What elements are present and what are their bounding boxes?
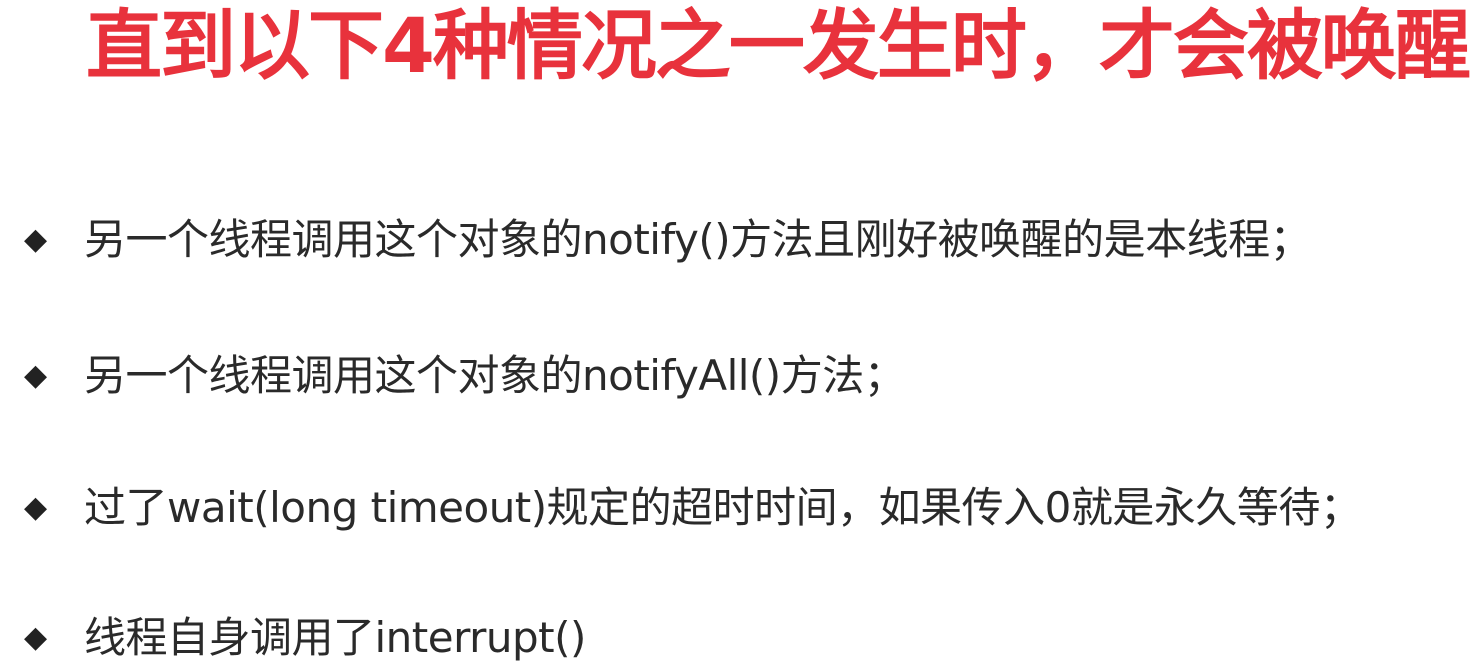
bullet-text-timeout: 过了wait(long timeout)规定的超时时间，如果传入0就是永久等待； xyxy=(84,483,1362,532)
bullet-text-interrupt: 线程自身调用了interrupt() xyxy=(84,613,586,662)
diamond-bullet-icon: ◆ xyxy=(24,490,48,525)
bullet-list: ◆ 另一个线程调用这个对象的notify()方法且刚好被唤醒的是本线程； ◆ 另… xyxy=(0,0,1483,663)
bullet-item-interrupt: ◆ 线程自身调用了interrupt() xyxy=(24,608,586,668)
diamond-bullet-icon: ◆ xyxy=(24,358,48,393)
bullet-text-notify: 另一个线程调用这个对象的notify()方法且刚好被唤醒的是本线程； xyxy=(84,215,1312,264)
bullet-item-notify: ◆ 另一个线程调用这个对象的notify()方法且刚好被唤醒的是本线程； xyxy=(24,210,1312,270)
bullet-text-notifyall: 另一个线程调用这个对象的notifyAll()方法； xyxy=(84,351,906,400)
diamond-bullet-icon: ◆ xyxy=(24,620,48,655)
bullet-item-timeout: ◆ 过了wait(long timeout)规定的超时时间，如果传入0就是永久等… xyxy=(24,478,1362,538)
diamond-bullet-icon: ◆ xyxy=(24,222,48,257)
bullet-item-notifyall: ◆ 另一个线程调用这个对象的notifyAll()方法； xyxy=(24,346,906,406)
